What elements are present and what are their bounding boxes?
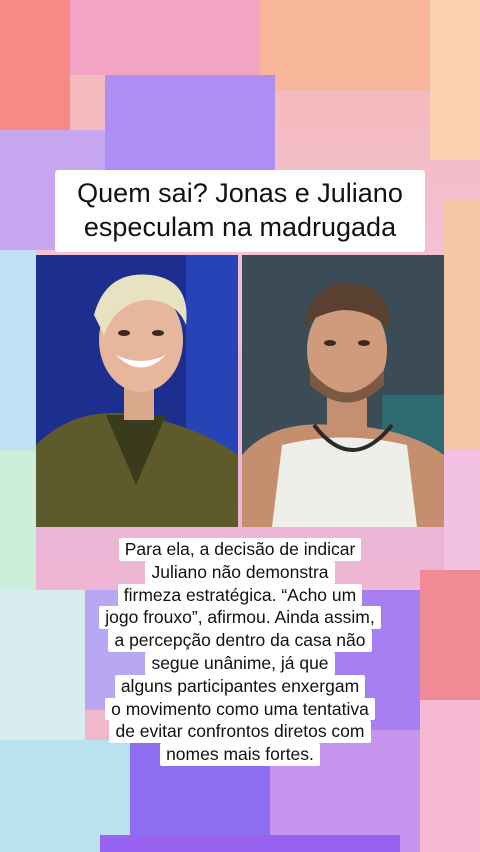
- bg-tile: [100, 835, 400, 852]
- bearded-man-tank-top-photo: [242, 255, 444, 527]
- bg-tile: [105, 75, 275, 175]
- caption-line: Juliano não demonstra: [145, 560, 335, 584]
- bg-tile: [430, 0, 480, 160]
- caption-line: nomes mais fortes.: [160, 743, 320, 766]
- caption-line: Para ela, a decisão de indicar: [118, 538, 362, 561]
- headline-line-2: especulam na madrugada: [83, 212, 397, 242]
- laughing-blond-man-photo: [36, 255, 238, 527]
- caption-line: jogo frouxo”, afirmou. Ainda assim,: [99, 606, 381, 630]
- caption-line: de evitar confrontos diretos com: [109, 720, 371, 744]
- caption-line: segue unânime, já que: [145, 651, 335, 675]
- photo-collage: [36, 255, 444, 527]
- caption-line: alguns participantes enxergam: [114, 674, 366, 698]
- headline-box: Quem sai? Jonas e Juliano especulam na m…: [55, 170, 425, 252]
- bg-tile: [260, 0, 430, 90]
- bg-tile: [70, 0, 260, 75]
- bg-tile: [444, 200, 480, 450]
- caption-line: o movimento como uma tentativa: [105, 697, 375, 721]
- caption-text: Para ela, a decisão de indicar Juliano n…: [0, 538, 480, 766]
- headline-line-1: Quem sai? Jonas e Juliano: [77, 178, 403, 208]
- bg-tile: [0, 0, 70, 130]
- bg-tile: [0, 250, 36, 450]
- caption-line: firmeza estratégica. “Acho um: [117, 583, 363, 607]
- caption-line: a percepção dentro da casa não: [108, 629, 372, 652]
